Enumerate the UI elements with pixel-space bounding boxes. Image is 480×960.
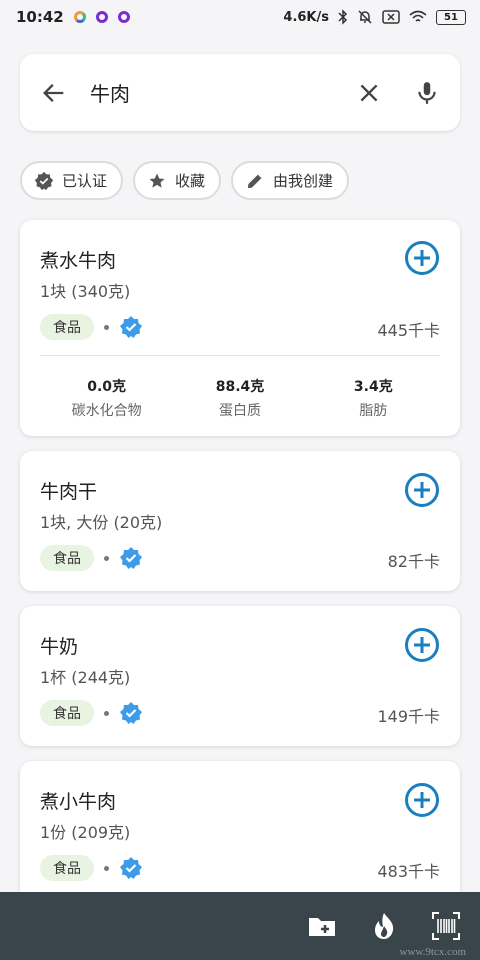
mute-icon (358, 10, 372, 24)
food-type-tag: 食品 (40, 700, 94, 726)
food-serving: 1块 (340克) (40, 282, 131, 301)
food-type-tag: 食品 (40, 314, 94, 340)
food-calories: 82千卡 (387, 552, 440, 571)
macro-label: 脂肪 (359, 403, 388, 419)
battery-icon: 51 (436, 9, 466, 25)
verified-badge-icon (120, 702, 142, 724)
food-name: 牛肉干 (40, 481, 98, 503)
sim-icon (382, 10, 400, 24)
divider (40, 355, 440, 356)
filter-chip-label: 由我创建 (273, 172, 334, 190)
verified-badge-icon (120, 316, 142, 338)
bottom-toolbar: www.9tcx.com (0, 892, 480, 960)
macro-label: 碳水化合物 (71, 403, 142, 419)
list-item[interactable]: 煮小牛肉 1份 (209克) 食品 483千卡 (20, 761, 460, 911)
back-arrow-icon[interactable] (40, 79, 68, 107)
macro-carbs: 0.0克 碳水化合物 (40, 376, 173, 420)
verified-badge-icon (120, 857, 142, 879)
macro-fat: 3.4克 脂肪 (307, 376, 440, 420)
food-calories: 483千卡 (377, 862, 440, 881)
list-item[interactable]: 煮水牛肉 1块 (340克) 食品 445千卡 0.0克 碳水化合物 88.4克… (20, 220, 460, 436)
status-bar: 10:42 4.6K/s 51 (0, 0, 480, 34)
separator-dot (104, 710, 109, 716)
food-name: 牛奶 (40, 636, 79, 658)
add-circle-icon[interactable] (404, 782, 440, 818)
food-calories: 149千卡 (377, 707, 440, 726)
barcode-scan-icon[interactable] (430, 910, 462, 942)
search-input[interactable]: 牛肉 (90, 78, 356, 107)
separator-dot (104, 324, 109, 330)
wifi-icon (409, 10, 427, 22)
food-serving: 1杯 (244克) (40, 668, 131, 687)
app-dot-icon (95, 11, 108, 23)
bluetooth-icon (338, 9, 348, 25)
pencil-icon (247, 174, 262, 188)
verified-check-icon (34, 171, 54, 190)
macro-protein: 88.4克 蛋白质 (173, 376, 306, 420)
food-name: 煮水牛肉 (40, 250, 117, 272)
add-circle-icon[interactable] (404, 240, 440, 276)
food-calories: 445千卡 (377, 321, 440, 340)
watermark: www.9tcx.com (399, 946, 467, 958)
list-item[interactable]: 牛肉干 1块, 大份 (20克) 食品 82千卡 (20, 451, 460, 591)
filter-chips: 已认证 收藏 由我创建 (20, 161, 350, 200)
add-folder-icon[interactable] (306, 910, 338, 942)
food-name: 煮小牛肉 (40, 791, 117, 813)
microphone-icon[interactable] (414, 80, 440, 106)
filter-chip-favorites[interactable]: 收藏 (133, 161, 222, 200)
filter-chip-label: 已认证 (62, 172, 108, 190)
macros-row: 0.0克 碳水化合物 88.4克 蛋白质 3.4克 脂肪 (40, 376, 440, 420)
status-time: 10:42 (16, 8, 64, 26)
app-dot-icon (73, 11, 86, 23)
filter-chip-created-by-me[interactable]: 由我创建 (231, 161, 350, 200)
filter-chip-label: 收藏 (175, 172, 206, 190)
food-serving: 1块, 大份 (20克) (40, 513, 163, 532)
close-icon[interactable] (356, 80, 382, 106)
macro-value: 0.0克 (87, 379, 127, 395)
macro-value: 88.4克 (215, 379, 265, 395)
network-speed: 4.6K/s (283, 9, 329, 25)
filter-chip-verified[interactable]: 已认证 (20, 161, 124, 200)
separator-dot (104, 865, 109, 871)
food-type-tag: 食品 (40, 855, 94, 881)
macro-label: 蛋白质 (218, 403, 261, 419)
add-circle-icon[interactable] (404, 627, 440, 663)
macro-value: 3.4克 (353, 379, 393, 395)
list-item[interactable]: 牛奶 1杯 (244克) 食品 149千卡 (20, 606, 460, 746)
add-circle-icon[interactable] (404, 472, 440, 508)
food-serving: 1份 (209克) (40, 823, 131, 842)
app-dot-icon (117, 11, 130, 23)
flame-icon[interactable] (368, 910, 400, 942)
star-icon (149, 173, 165, 188)
separator-dot (104, 555, 109, 561)
verified-badge-icon (120, 547, 142, 569)
food-type-tag: 食品 (40, 545, 94, 571)
search-bar: 牛肉 (20, 54, 460, 131)
